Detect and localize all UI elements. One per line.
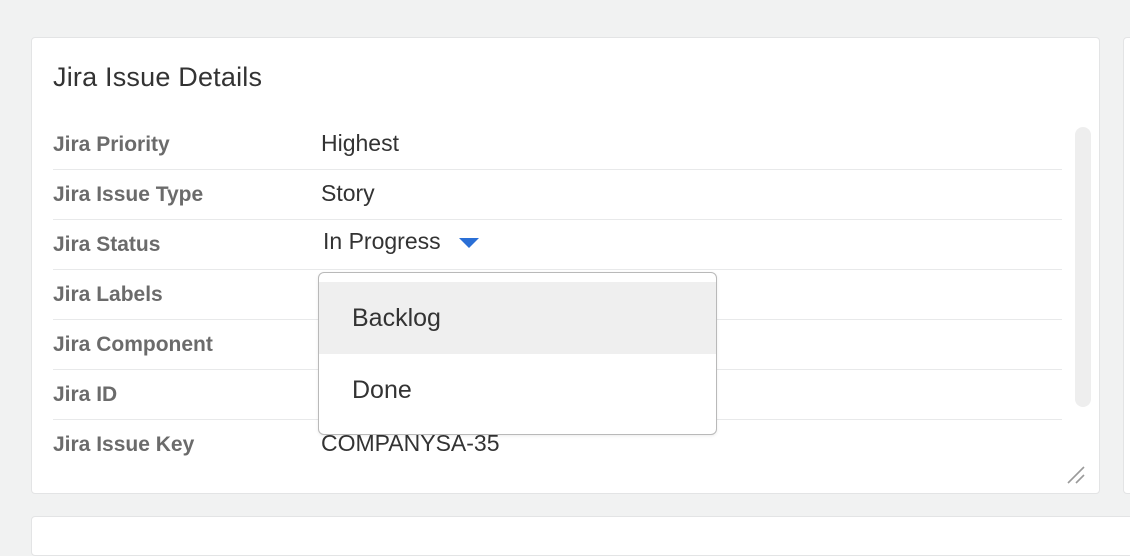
status-select[interactable]: In Progress [323,228,479,255]
next-panel [31,516,1130,556]
status-option-done[interactable]: Done [319,354,716,426]
priority-value: Highest [321,130,399,156]
adjacent-panel [1123,37,1130,494]
field-row-priority: Jira Priority Highest [53,120,1062,170]
field-label: Jira Labels [53,283,163,306]
field-label: Jira ID [53,383,118,406]
status-dropdown-menu: Backlog Done [318,272,717,435]
issue-type-value: Story [321,180,375,206]
status-option-backlog[interactable]: Backlog [319,282,716,354]
field-label: Jira Priority [53,133,170,156]
field-row-issue-type: Jira Issue Type Story [53,170,1062,220]
field-label: Jira Issue Type [53,183,204,206]
field-row-status: Jira Status In Progress [53,220,1062,270]
resize-handle-icon[interactable] [1065,464,1087,486]
caret-down-icon[interactable] [458,238,479,248]
scrollbar[interactable] [1075,127,1091,407]
status-selected-value: In Progress [323,228,441,254]
field-label: Jira Component [53,333,213,356]
field-label: Jira Issue Key [53,433,195,456]
field-label: Jira Status [53,233,161,256]
card-title: Jira Issue Details [53,62,263,92]
